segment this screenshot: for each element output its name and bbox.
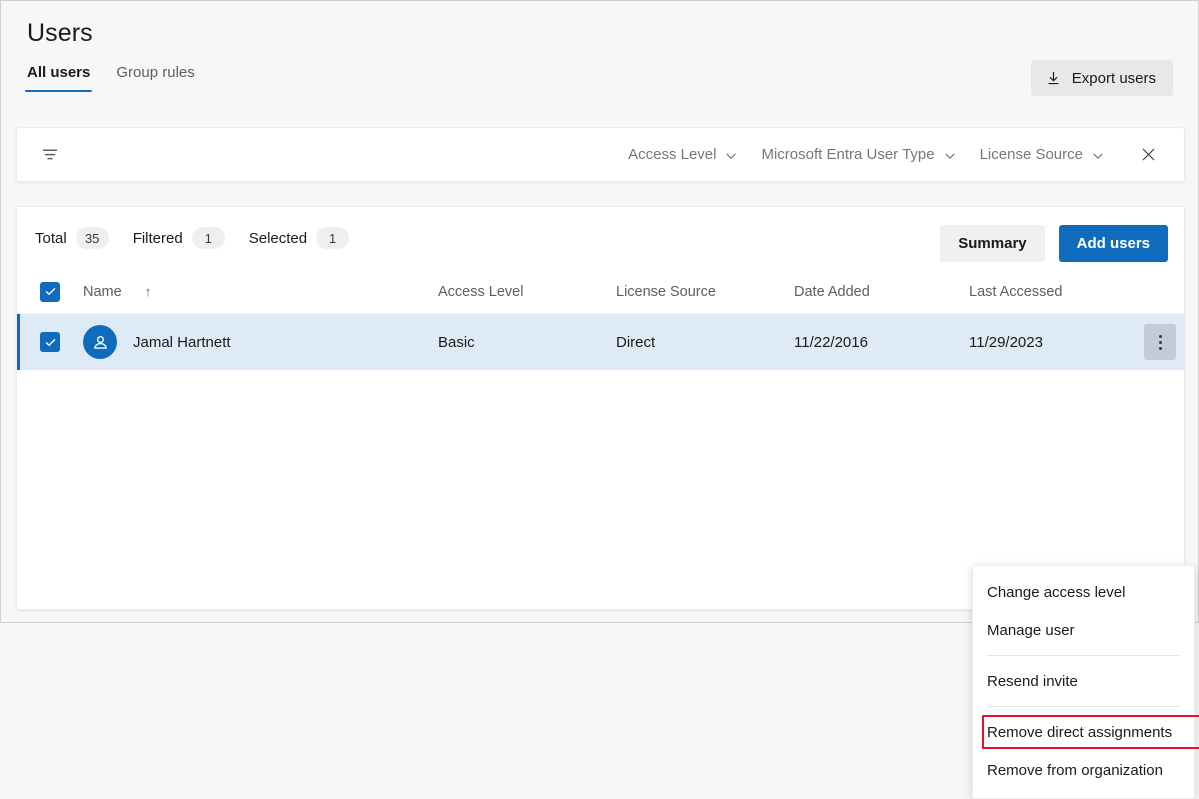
menu-item-remove-from-organization[interactable]: Remove from organization (973, 754, 1194, 786)
count-filtered-value: 1 (192, 227, 225, 249)
menu-item-manage-user[interactable]: Manage user (973, 614, 1194, 646)
count-total-value: 35 (76, 227, 109, 249)
filter-bar: Access Level Microsoft Entra User Type L… (16, 127, 1185, 182)
row-access-level: Basic (438, 334, 616, 351)
kebab-menu-icon (1159, 335, 1162, 350)
close-icon[interactable] (1130, 137, 1166, 173)
table-header-row: Name ↑ Access Level License Source Date … (17, 270, 1184, 314)
column-header-last-accessed[interactable]: Last Accessed (969, 284, 1144, 300)
table-row[interactable]: Jamal Hartnett Basic Direct 11/22/2016 1… (17, 314, 1184, 370)
select-all-checkbox[interactable] (40, 282, 60, 302)
row-license-source: Direct (616, 334, 794, 351)
filter-entra-user-type[interactable]: Microsoft Entra User Type (749, 140, 967, 169)
row-name-cell: Jamal Hartnett (83, 325, 438, 359)
row-user-name: Jamal Hartnett (133, 334, 231, 351)
column-header-access-level[interactable]: Access Level (438, 284, 616, 300)
count-selected-value: 1 (316, 227, 349, 249)
person-avatar-icon (83, 325, 117, 359)
count-filtered-label: Filtered (133, 230, 183, 247)
menu-divider (987, 655, 1180, 656)
row-checkbox[interactable] (40, 332, 60, 352)
menu-item-change-access-level[interactable]: Change access level (973, 576, 1194, 608)
users-page: Users All users Group rules Export users… (0, 0, 1199, 623)
filter-license-source-label: License Source (980, 146, 1083, 163)
summary-button[interactable]: Summary (940, 225, 1044, 262)
sort-ascending-icon: ↑ (145, 284, 152, 299)
users-table: Name ↑ Access Level License Source Date … (17, 270, 1184, 370)
row-context-menu: Change access level Manage user Resend i… (972, 565, 1195, 799)
filter-access-level[interactable]: Access Level (616, 140, 749, 169)
filter-dropdowns: Access Level Microsoft Entra User Type L… (616, 128, 1166, 181)
chevron-down-icon (944, 149, 956, 161)
count-total: Total 35 (35, 227, 109, 249)
menu-item-resend-invite[interactable]: Resend invite (973, 665, 1194, 697)
tabstrip: All users Group rules (25, 64, 197, 92)
page-title: Users (27, 19, 93, 48)
add-users-button[interactable]: Add users (1059, 225, 1168, 262)
filter-icon[interactable] (39, 144, 61, 166)
row-date-added: 11/22/2016 (794, 334, 969, 351)
row-last-accessed: 11/29/2023 (969, 334, 1144, 351)
column-header-date-added[interactable]: Date Added (794, 284, 969, 300)
row-actions-cell (1144, 324, 1192, 360)
count-selected-label: Selected (249, 230, 307, 247)
filter-entra-user-type-label: Microsoft Entra User Type (761, 146, 934, 163)
card-actions: Summary Add users (940, 225, 1168, 262)
count-total-label: Total (35, 230, 67, 247)
tab-group-rules[interactable]: Group rules (114, 64, 196, 92)
menu-item-remove-direct-assignments[interactable]: Remove direct assignments (973, 716, 1194, 748)
tab-all-users[interactable]: All users (25, 64, 92, 92)
export-users-button[interactable]: Export users (1031, 60, 1173, 96)
row-select-cell (17, 332, 83, 352)
column-header-name[interactable]: Name ↑ (83, 284, 438, 300)
chevron-down-icon (725, 149, 737, 161)
users-table-card: Total 35 Filtered 1 Selected 1 Summary A… (16, 206, 1185, 610)
counts-summary: Total 35 Filtered 1 Selected 1 (35, 227, 349, 249)
column-header-license-source[interactable]: License Source (616, 284, 794, 300)
row-more-actions-button[interactable] (1144, 324, 1176, 360)
count-selected: Selected 1 (249, 227, 349, 249)
filter-access-level-label: Access Level (628, 146, 716, 163)
menu-divider (987, 706, 1180, 707)
chevron-down-icon (1092, 149, 1104, 161)
download-icon (1046, 71, 1061, 86)
select-all-cell (17, 282, 83, 302)
count-filtered: Filtered 1 (133, 227, 225, 249)
export-users-label: Export users (1072, 70, 1156, 87)
column-header-name-label: Name (83, 284, 122, 300)
filter-license-source[interactable]: License Source (968, 140, 1116, 169)
